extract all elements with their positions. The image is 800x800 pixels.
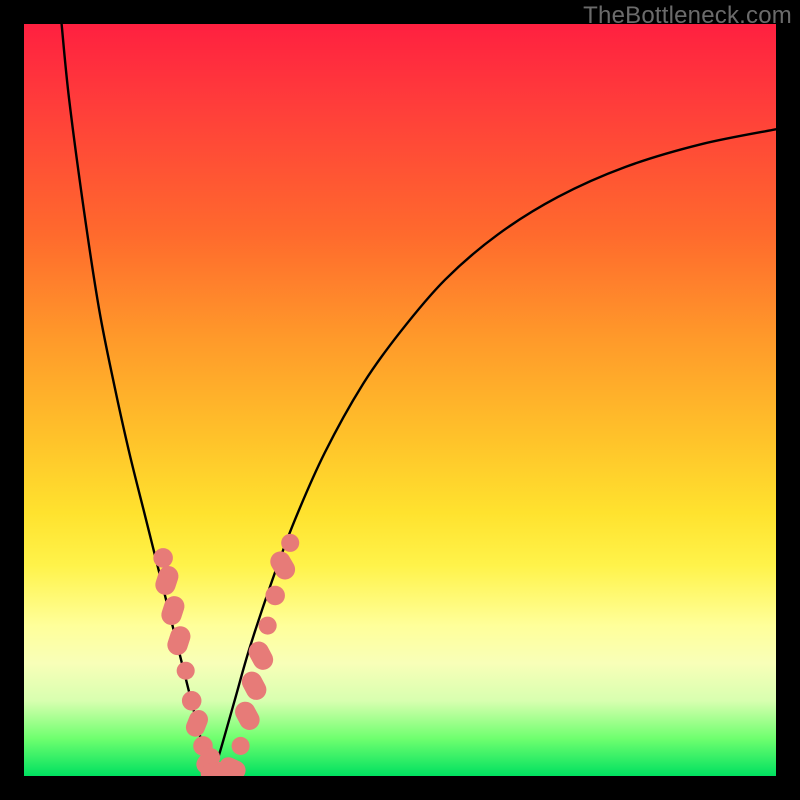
scatter-pill [183, 707, 211, 739]
scatter-dot [153, 548, 173, 568]
scatter-dot [281, 534, 299, 552]
plot-area [24, 24, 776, 776]
scatter-pill [231, 698, 263, 733]
scatter-pill [245, 638, 277, 673]
chart-frame: TheBottleneck.com [0, 0, 800, 800]
chart-svg [24, 24, 776, 776]
right-branch-line [212, 129, 776, 776]
scatter-pill [159, 593, 187, 627]
scatter-dot [182, 691, 202, 711]
scatter-pill [165, 624, 193, 658]
curve-layer [62, 24, 776, 776]
scatter-layer [153, 534, 300, 776]
scatter-pill [267, 548, 299, 584]
scatter-pill [153, 563, 181, 597]
scatter-dot [265, 586, 285, 606]
scatter-dot [259, 617, 277, 635]
scatter-dot [232, 737, 250, 755]
scatter-dot [177, 662, 195, 680]
